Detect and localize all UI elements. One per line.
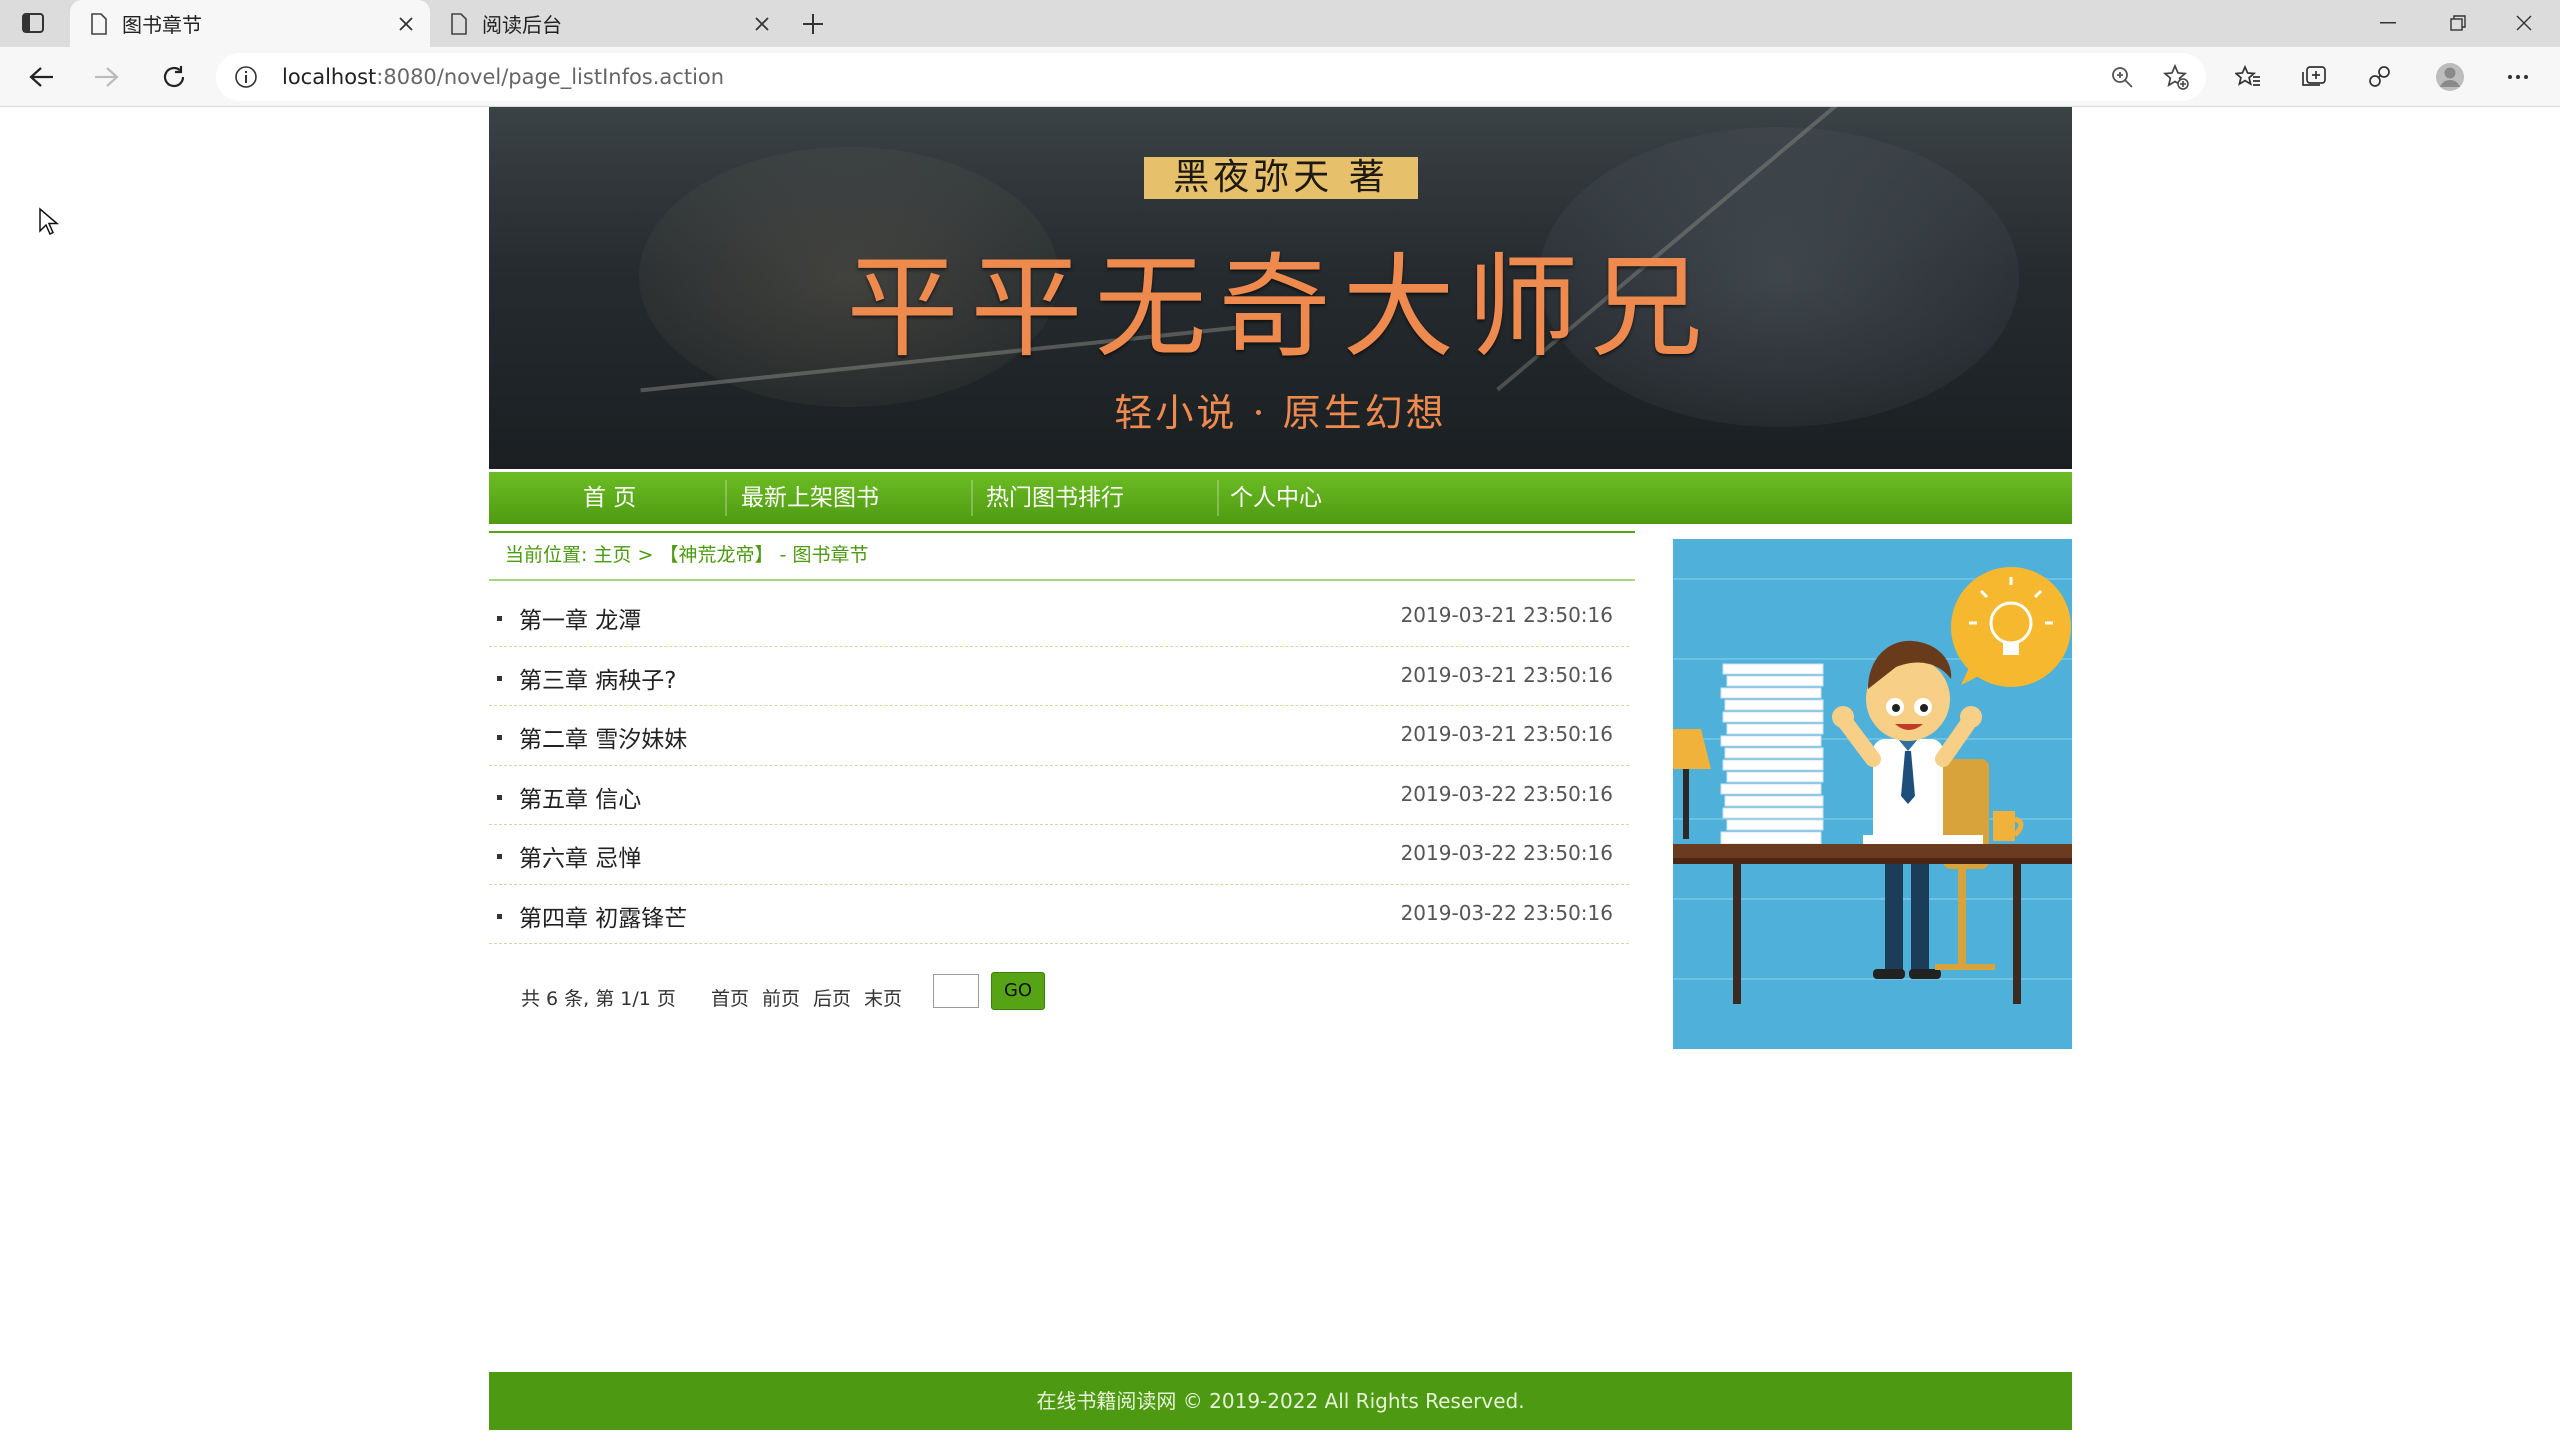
restore-icon[interactable] (2436, 8, 2480, 38)
browser-tab-bar: 图书章节 阅读后台 (0, 0, 2560, 47)
breadcrumb-current: - 图书章节 (779, 544, 869, 566)
address-bar[interactable]: localhost:8080/novel/page_listInfos.acti… (216, 53, 2206, 101)
bullet-icon (497, 616, 502, 621)
chapter-title-link[interactable]: 第三章 病秧子? (519, 661, 677, 695)
back-icon[interactable] (22, 59, 62, 95)
favorites-icon[interactable] (2228, 59, 2268, 95)
nav-item-user-center[interactable]: 个人中心 (1230, 472, 1322, 524)
forward-icon[interactable] (86, 59, 126, 95)
banner-author: 黑夜弥天 著 (1144, 157, 1418, 199)
close-icon[interactable] (392, 10, 420, 38)
first-page-link[interactable]: 首页 (711, 984, 749, 1011)
chapter-date: 2019-03-21 23:50:16 (1400, 662, 1613, 687)
breadcrumb-home-link[interactable]: 主页 (593, 544, 631, 566)
chapter-title-link[interactable]: 第六章 忌惮 (519, 839, 641, 873)
chapter-row: 第五章 信心 2019-03-22 23:50:16 (489, 766, 1629, 825)
url-host: localhost (282, 65, 377, 89)
tab-title: 图书章节 (122, 13, 202, 37)
nav-divider (1217, 480, 1219, 516)
minimize-icon[interactable] (2366, 8, 2410, 38)
page-number-input[interactable] (933, 974, 979, 1008)
chapter-date: 2019-03-22 23:50:16 (1400, 781, 1613, 806)
chapter-row: 第六章 忌惮 2019-03-22 23:50:16 (489, 825, 1629, 885)
profile-avatar-icon[interactable] (2430, 59, 2470, 95)
breadcrumb: 当前位置: 主页 > 【神荒龙帝】 - 图书章节 (489, 531, 1635, 581)
tab-title: 阅读后台 (482, 13, 562, 37)
bullet-icon (497, 675, 502, 681)
extensions-icon[interactable] (2360, 59, 2400, 95)
footer-copyright: 在线书籍阅读网 © 2019-2022 All Rights Reserved. (1036, 1389, 1525, 1413)
web-page: 黑夜弥天 著 平平无奇大师兄 轻小说 · 原生幻想 首 页 最新上架图书 热门图… (0, 107, 2560, 1443)
nav-divider (971, 480, 973, 516)
page-footer: 在线书籍阅读网 © 2019-2022 All Rights Reserved. (489, 1372, 2072, 1430)
nav-divider (725, 480, 727, 516)
chapter-title-link[interactable]: 第一章 龙潭 (519, 601, 641, 635)
chapter-date: 2019-03-22 23:50:16 (1400, 841, 1613, 865)
breadcrumb-book-link[interactable]: 【神荒龙帝】 (659, 544, 773, 566)
bullet-icon (497, 913, 502, 919)
browser-toolbar: localhost:8080/novel/page_listInfos.acti… (0, 47, 2560, 107)
site-info-icon[interactable] (234, 65, 258, 89)
banner-title: 平平无奇大师兄 (846, 243, 1715, 373)
close-icon[interactable] (748, 10, 776, 38)
chapter-row: 第三章 病秧子? 2019-03-21 23:50:16 (489, 647, 1629, 706)
favorite-add-icon[interactable] (2162, 63, 2190, 91)
bullet-icon (497, 735, 502, 740)
chapter-title-link[interactable]: 第四章 初露锋芒 (519, 899, 687, 933)
chapter-row: 第四章 初露锋芒 2019-03-22 23:50:16 (489, 885, 1629, 944)
close-window-icon[interactable] (2502, 8, 2546, 38)
bullet-icon (497, 794, 502, 800)
tab-chapters[interactable]: 图书章节 (70, 0, 430, 47)
breadcrumb-separator: > (637, 544, 654, 566)
reload-icon[interactable] (154, 59, 194, 95)
chapter-row: 第一章 龙潭 2019-03-21 23:50:16 (489, 587, 1629, 647)
book-banner: 黑夜弥天 著 平平无奇大师兄 轻小说 · 原生幻想 (489, 107, 2072, 469)
page-icon (451, 12, 467, 35)
chapter-list: 第一章 龙潭 2019-03-21 23:50:16 第三章 病秧子? 2019… (489, 587, 1629, 944)
breadcrumb-prefix: 当前位置: (505, 544, 588, 566)
pagination: 共 6 条, 第 1/1 页 首页 前页 后页 末页 GO (489, 966, 1629, 1016)
chapter-date: 2019-03-22 23:50:16 (1400, 900, 1613, 925)
chapter-date: 2019-03-21 23:50:16 (1400, 722, 1613, 746)
tab-admin[interactable]: 阅读后台 (430, 0, 786, 47)
chapter-row: 第二章 雪汐妹妹 2019-03-21 23:50:16 (489, 706, 1629, 766)
nav-item-new-books[interactable]: 最新上架图书 (741, 472, 879, 524)
go-button[interactable]: GO (991, 972, 1045, 1010)
url-path: :8080/novel/page_listInfos.action (376, 65, 725, 89)
collections-icon[interactable] (2294, 59, 2334, 95)
prev-page-link[interactable]: 前页 (762, 984, 800, 1011)
last-page-link[interactable]: 末页 (864, 984, 902, 1011)
mouse-cursor-icon (39, 207, 60, 236)
url-text[interactable]: localhost:8080/novel/page_listInfos.acti… (282, 65, 724, 89)
chapter-date: 2019-03-21 23:50:16 (1400, 603, 1613, 627)
tab-actions-icon[interactable] (20, 11, 46, 35)
nav-item-home[interactable]: 首 页 (583, 472, 636, 524)
page-icon (91, 12, 107, 35)
next-page-link[interactable]: 后页 (813, 984, 851, 1011)
zoom-icon[interactable] (2108, 63, 2136, 91)
main-nav: 首 页 最新上架图书 热门图书排行 个人中心 (489, 472, 2072, 524)
new-tab-icon[interactable] (798, 10, 828, 38)
banner-subtitle: 轻小说 · 原生幻想 (1114, 391, 1447, 435)
chapter-title-link[interactable]: 第五章 信心 (519, 780, 641, 814)
sidebar-illustration (1673, 539, 2072, 1049)
pagination-info: 共 6 条, 第 1/1 页 (521, 988, 676, 1010)
office-worker-illustration (1673, 539, 2072, 1049)
more-menu-icon[interactable] (2498, 59, 2538, 95)
chapter-title-link[interactable]: 第二章 雪汐妹妹 (519, 720, 687, 754)
bullet-icon (497, 854, 502, 859)
nav-item-hot-books[interactable]: 热门图书排行 (986, 472, 1124, 524)
